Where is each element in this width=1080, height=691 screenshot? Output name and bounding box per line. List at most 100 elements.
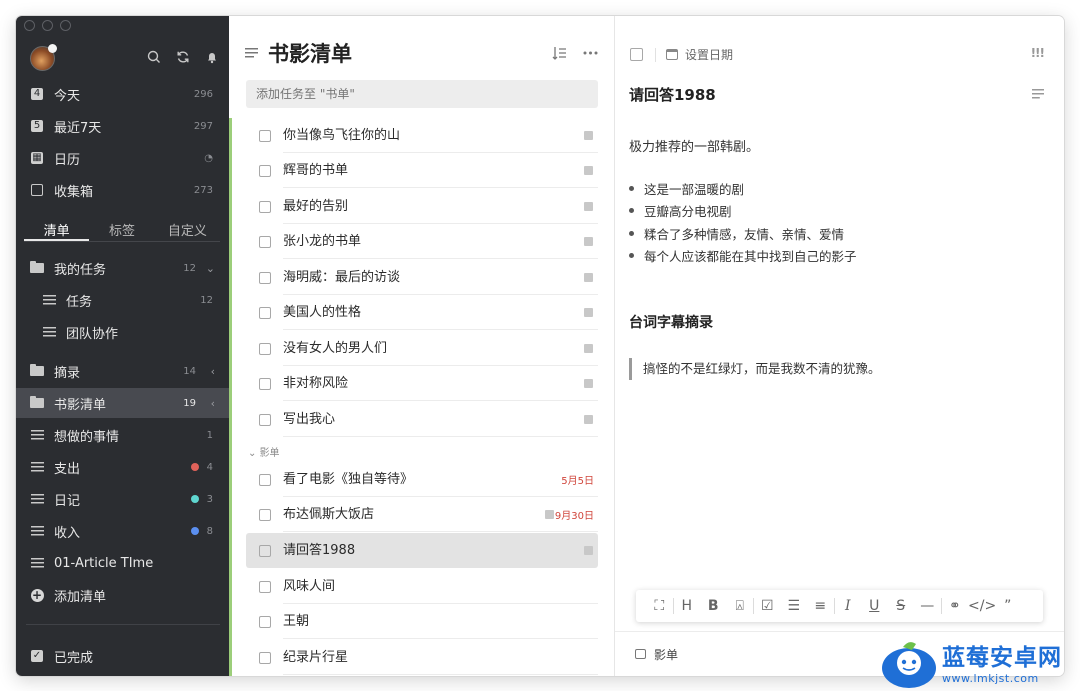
- sidebar-item-inbox[interactable]: 收集箱 273: [16, 175, 229, 205]
- highlight-icon[interactable]: ⍓: [727, 598, 754, 614]
- tab-tags[interactable]: 标签: [89, 220, 154, 241]
- search-icon[interactable]: [146, 50, 161, 68]
- sidebar-item-label: 收入: [54, 525, 81, 541]
- text-mode-icon[interactable]: [1032, 89, 1044, 99]
- list-name-button[interactable]: 影单: [654, 646, 678, 663]
- task-row[interactable]: 纪录片行星: [246, 640, 598, 675]
- tab-custom[interactable]: 自定义: [155, 220, 220, 241]
- task-row[interactable]: 风味人间: [246, 569, 598, 604]
- detail-checkbox[interactable]: [630, 48, 643, 61]
- folder-icon: [30, 396, 44, 410]
- task-checkbox[interactable]: [259, 129, 271, 142]
- priority-button[interactable]: !!!: [1031, 46, 1045, 60]
- sidebar: 4 今天 296 5 最近7天 297 ▦ 日历 ◔ 收集箱 273 清单 标签…: [16, 16, 229, 676]
- sidebar-item-todo-things[interactable]: 想做的事情 1: [16, 420, 229, 450]
- sort-icon[interactable]: [552, 46, 567, 64]
- task-row[interactable]: 写出我心: [246, 402, 598, 437]
- menu-icon[interactable]: [245, 48, 258, 58]
- task-row[interactable]: 没有女人的男人们: [246, 331, 598, 366]
- set-date-button[interactable]: 设置日期: [685, 46, 733, 63]
- bullet-list-icon[interactable]: ☰: [781, 598, 808, 614]
- italic-button[interactable]: I: [835, 598, 862, 614]
- add-task-input[interactable]: [246, 80, 598, 108]
- task-row[interactable]: 美国人的性格: [246, 295, 598, 330]
- note-icon: [545, 510, 554, 519]
- task-row[interactable]: 王朝: [246, 604, 598, 639]
- task-row[interactable]: 张小龙的书单: [246, 224, 598, 259]
- task-checkbox[interactable]: [259, 615, 271, 628]
- sidebar-item-count: 3: [206, 493, 213, 505]
- heading-button[interactable]: H: [674, 598, 701, 614]
- task-row[interactable]: 海明威：最后的访谈: [246, 260, 598, 295]
- close-window-button[interactable]: [24, 20, 35, 31]
- sidebar-item-article-time[interactable]: 01-Article TIme: [16, 548, 229, 578]
- bell-icon[interactable]: [204, 50, 219, 68]
- tab-lists[interactable]: 清单: [24, 220, 90, 241]
- sidebar-item-label: 日历: [54, 152, 81, 168]
- task-checkbox[interactable]: [259, 651, 271, 664]
- bullet-list: 这是一部温暖的剧 豆瓣高分电视剧 糅合了多种情感，友情、亲情、爱情 每个人应该都…: [629, 177, 857, 267]
- task-row[interactable]: 辉哥的书单: [246, 153, 598, 188]
- section-header[interactable]: ⌄ 影单: [248, 444, 280, 459]
- sidebar-item-team[interactable]: 团队协作: [16, 317, 229, 347]
- task-row[interactable]: 布达佩斯大饭店 9月30日: [246, 497, 598, 532]
- code-icon[interactable]: </>: [968, 598, 996, 614]
- task-checkbox[interactable]: [259, 508, 271, 521]
- task-checkbox[interactable]: [259, 164, 271, 177]
- task-checkbox[interactable]: [259, 377, 271, 390]
- sidebar-item-calendar[interactable]: ▦ 日历 ◔: [16, 143, 229, 173]
- task-checkbox[interactable]: [259, 580, 271, 593]
- chevron-left-icon[interactable]: ‹: [211, 397, 215, 410]
- task-checkbox[interactable]: [259, 306, 271, 319]
- fullscreen-icon[interactable]: ⛶: [646, 598, 673, 614]
- sidebar-item-income[interactable]: 收入 8: [16, 516, 229, 546]
- task-checkbox[interactable]: [259, 413, 271, 426]
- chevron-left-icon[interactable]: ‹: [211, 365, 215, 378]
- link-icon[interactable]: ⚭: [942, 598, 969, 614]
- task-row[interactable]: 最好的告别: [246, 189, 598, 224]
- app-window: 4 今天 296 5 最近7天 297 ▦ 日历 ◔ 收集箱 273 清单 标签…: [16, 16, 1064, 676]
- chevron-down-icon[interactable]: ⌄: [206, 262, 215, 275]
- task-title: 美国人的性格: [283, 295, 598, 330]
- list-icon: [30, 428, 44, 442]
- sidebar-item-book-film-list[interactable]: 书影清单 19 ‹: [16, 388, 229, 418]
- bold-button[interactable]: B: [700, 598, 727, 614]
- avatar[interactable]: [30, 44, 57, 71]
- task-row[interactable]: 非对称风险: [246, 366, 598, 401]
- checklist-icon[interactable]: ☑: [754, 598, 781, 614]
- task-row-selected[interactable]: 请回答1988: [246, 533, 598, 568]
- sidebar-item-label: 我的任务: [54, 262, 107, 278]
- folder-icon: [30, 261, 44, 275]
- sidebar-item-my-tasks[interactable]: 我的任务 12 ⌄: [16, 253, 229, 283]
- more-icon[interactable]: [583, 46, 598, 64]
- numbered-list-icon[interactable]: ≡: [807, 598, 834, 614]
- task-row[interactable]: 看了电影《独自等待》 5月5日: [246, 462, 598, 497]
- sidebar-item-expenses[interactable]: 支出 4: [16, 452, 229, 482]
- sidebar-item-next-7-days[interactable]: 5 最近7天 297: [16, 111, 229, 141]
- task-checkbox[interactable]: [259, 544, 271, 557]
- add-list-button[interactable]: + 添加清单: [16, 580, 229, 610]
- task-description[interactable]: 极力推荐的一部韩剧。: [629, 136, 759, 155]
- note-icon: [584, 308, 593, 317]
- list-item: 糅合了多种情感，友情、亲情、爱情: [629, 222, 857, 245]
- zoom-window-button[interactable]: [60, 20, 71, 31]
- sidebar-item-tasks[interactable]: 任务 12: [16, 285, 229, 315]
- task-row[interactable]: 你当像鸟飞往你的山: [246, 118, 598, 153]
- sidebar-item-completed[interactable]: ✓ 已完成: [16, 641, 229, 671]
- task-checkbox[interactable]: [259, 473, 271, 486]
- underline-button[interactable]: U: [861, 598, 888, 614]
- horizontal-rule-icon[interactable]: —: [914, 598, 941, 614]
- task-checkbox[interactable]: [259, 200, 271, 213]
- sidebar-item-today[interactable]: 4 今天 296: [16, 79, 229, 109]
- sidebar-item-excerpts[interactable]: 摘录 14 ‹: [16, 356, 229, 386]
- task-checkbox[interactable]: [259, 235, 271, 248]
- calendar-week-icon: 5: [30, 119, 44, 133]
- task-checkbox[interactable]: [259, 342, 271, 355]
- quote-icon[interactable]: ”: [995, 598, 1022, 614]
- sync-icon[interactable]: [175, 50, 190, 68]
- sidebar-item-diary[interactable]: 日记 3: [16, 484, 229, 514]
- strikethrough-button[interactable]: S: [888, 598, 915, 614]
- task-title[interactable]: 请回答1988: [629, 84, 716, 105]
- minimize-window-button[interactable]: [42, 20, 53, 31]
- task-checkbox[interactable]: [259, 271, 271, 284]
